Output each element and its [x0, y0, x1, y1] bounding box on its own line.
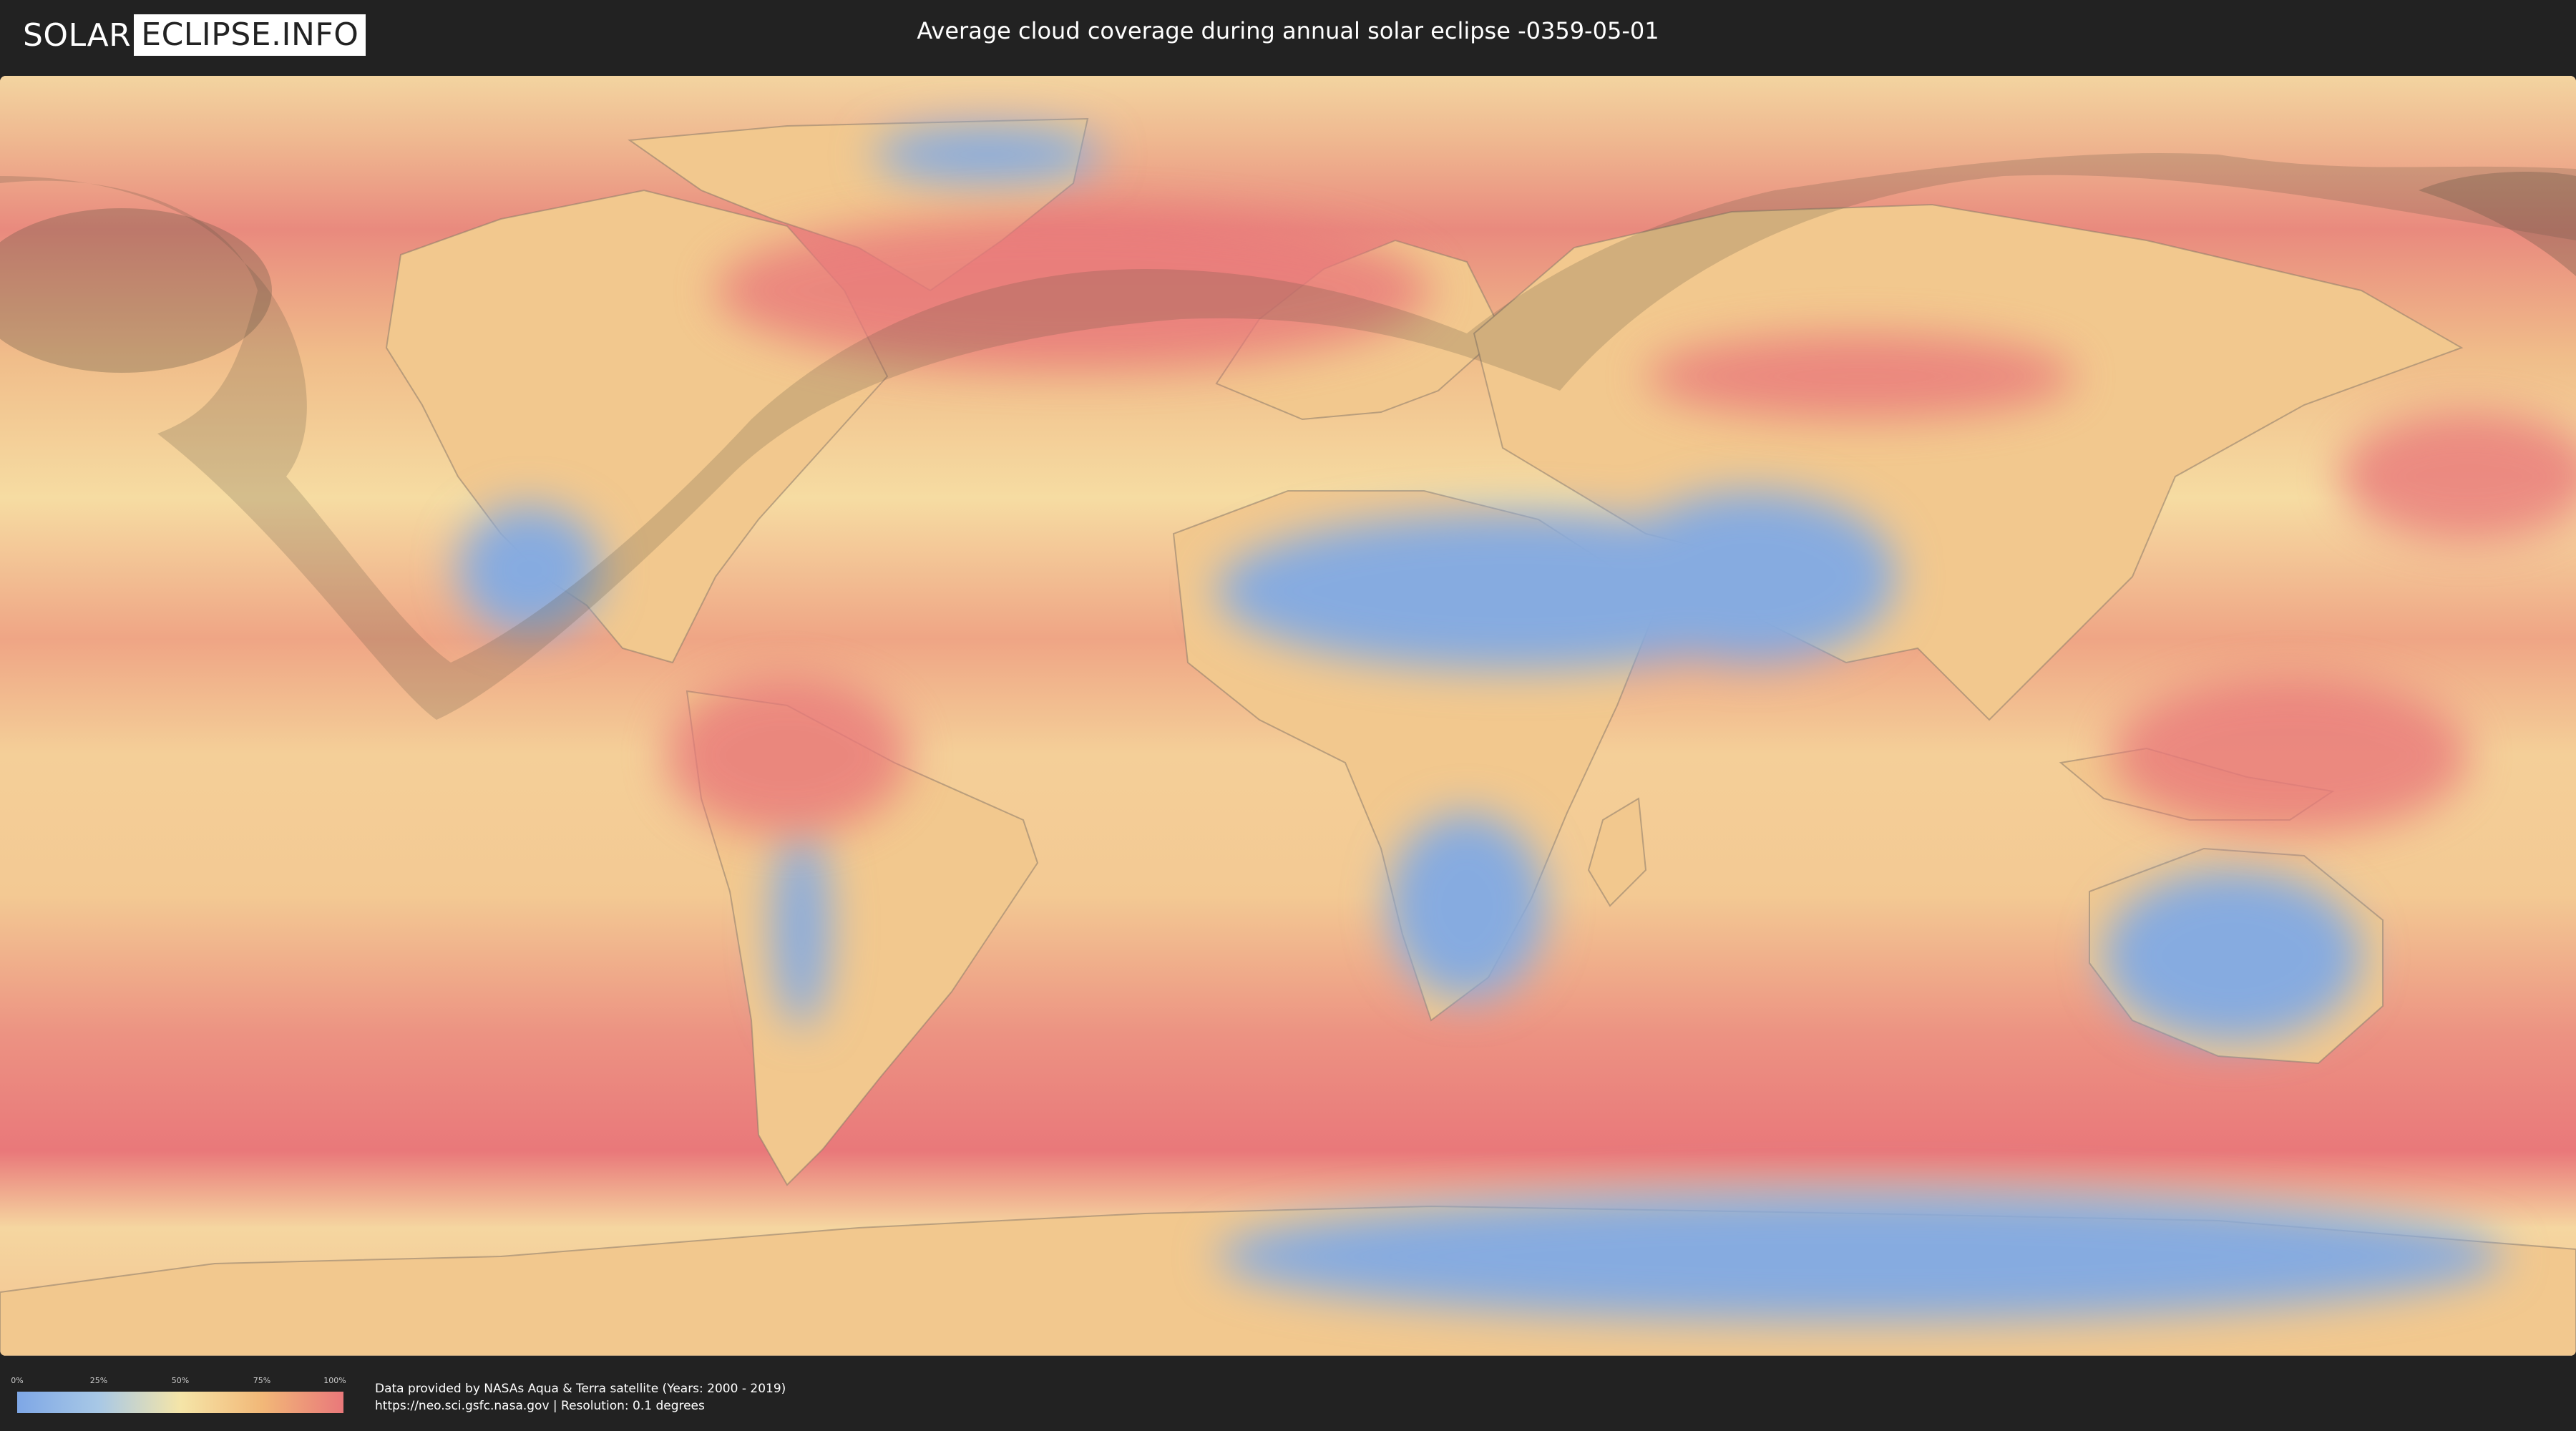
cloud-coverage-map[interactable] — [0, 76, 2576, 1356]
page-title: Average cloud coverage during annual sol… — [917, 17, 1659, 44]
legend-tick-75: 75% — [253, 1376, 271, 1385]
footer-bar: 0% 25% 50% 75% 100% Data provided by NAS… — [0, 1357, 2576, 1431]
legend-tick-25: 25% — [89, 1376, 108, 1385]
legend-tick-100: 100% — [323, 1376, 346, 1385]
credit-line-source: Data provided by NASAs Aqua & Terra sate… — [375, 1382, 786, 1396]
legend-tick-0: 0% — [11, 1376, 24, 1385]
world-map-svg — [0, 76, 2576, 1356]
data-credits: Data provided by NASAs Aqua & Terra sate… — [375, 1380, 786, 1415]
legend-tick-50: 50% — [171, 1376, 190, 1385]
legend-color-bar — [17, 1392, 343, 1413]
credit-line-url[interactable]: https://neo.sci.gsfc.nasa.gov | Resoluti… — [375, 1397, 786, 1415]
header-bar: SOLAR ECLIPSE.INFO Average cloud coverag… — [0, 0, 2576, 70]
